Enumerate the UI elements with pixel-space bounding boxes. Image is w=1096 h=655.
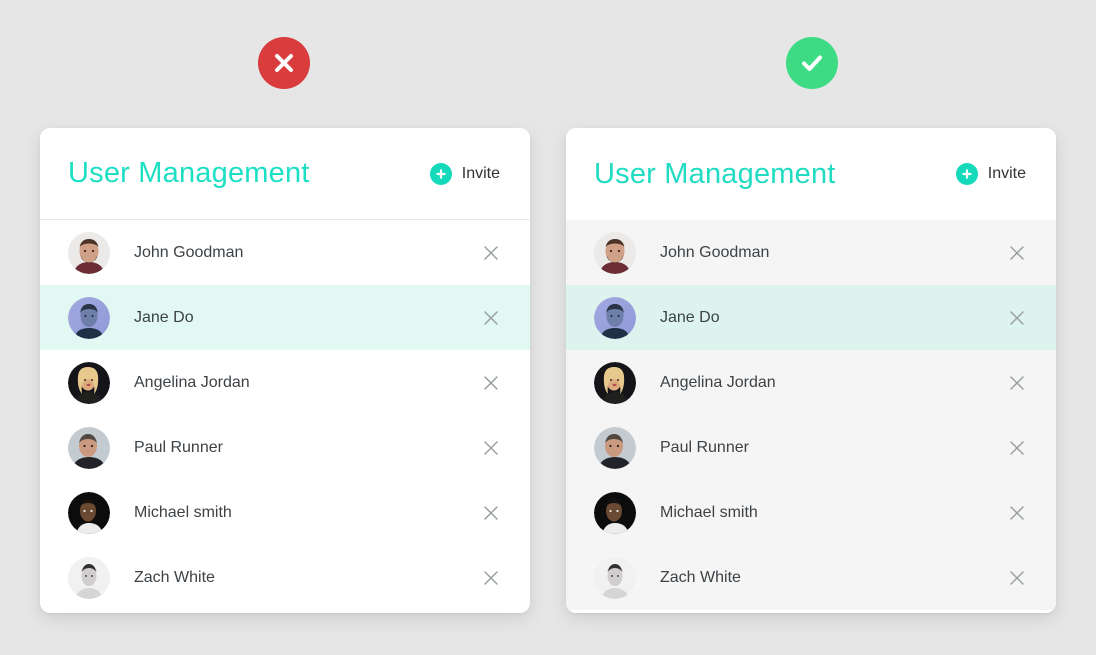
plus-icon — [429, 162, 452, 185]
card-header: User Management Invite — [566, 128, 1056, 220]
list-item[interactable]: Michael smith — [40, 480, 530, 545]
list-item[interactable]: John Goodman — [40, 220, 530, 285]
user-name: Zach White — [134, 568, 215, 586]
invite-label: Invite — [987, 165, 1026, 182]
invite-label: Invite — [461, 164, 500, 182]
close-icon[interactable] — [1006, 502, 1028, 524]
card-header: User Management Invite — [40, 128, 530, 220]
close-icon[interactable] — [480, 307, 502, 329]
list-item[interactable]: Paul Runner — [566, 415, 1056, 480]
jane-do-avatar — [68, 296, 110, 339]
user-name: Angelina Jordan — [660, 373, 776, 391]
user-list: John Goodman Jane Do Angelina Jordan Pau… — [40, 220, 530, 610]
close-icon[interactable] — [1006, 307, 1028, 329]
user-management-card-correct: User Management Invite John Goodman Jane… — [566, 128, 1056, 613]
close-icon[interactable] — [480, 437, 502, 459]
incorrect-badge — [258, 37, 310, 89]
angelina-jordan-avatar — [594, 361, 636, 404]
user-name: Paul Runner — [134, 438, 223, 456]
close-icon[interactable] — [1006, 567, 1028, 589]
list-item[interactable]: Angelina Jordan — [566, 350, 1056, 415]
user-name: Paul Runner — [660, 438, 749, 456]
user-name: John Goodman — [134, 243, 244, 261]
page-title: User Management — [594, 157, 836, 190]
user-name: Jane Do — [134, 308, 194, 326]
paul-runner-avatar — [594, 426, 636, 469]
list-item[interactable]: John Goodman — [566, 220, 1056, 285]
comparison-stage: User Management Invite John Goodman Jane… — [0, 0, 1096, 655]
user-management-card-incorrect: User Management Invite John Goodman Jane… — [40, 128, 530, 613]
list-item[interactable]: Paul Runner — [40, 415, 530, 480]
correct-badge — [786, 37, 838, 89]
user-list: John Goodman Jane Do Angelina Jordan Pau… — [566, 220, 1056, 610]
close-icon[interactable] — [480, 502, 502, 524]
close-icon[interactable] — [1006, 437, 1028, 459]
michael-smith-avatar — [594, 491, 636, 534]
john-goodman-avatar — [68, 231, 110, 274]
jane-do-avatar — [594, 296, 636, 339]
john-goodman-avatar — [594, 231, 636, 274]
user-name: Zach White — [660, 568, 741, 586]
list-item[interactable]: Angelina Jordan — [40, 350, 530, 415]
paul-runner-avatar — [68, 426, 110, 469]
plus-icon — [955, 163, 978, 185]
user-name: Jane Do — [660, 308, 720, 326]
list-item[interactable]: Michael smith — [566, 480, 1056, 545]
close-icon[interactable] — [480, 372, 502, 394]
invite-button[interactable]: Invite — [428, 159, 502, 189]
close-icon[interactable] — [1006, 242, 1028, 264]
close-icon[interactable] — [480, 242, 502, 264]
invite-button[interactable]: Invite — [954, 159, 1028, 189]
list-item[interactable]: Jane Do — [566, 285, 1056, 350]
user-name: Angelina Jordan — [134, 373, 250, 391]
list-item[interactable]: Zach White — [566, 545, 1056, 610]
list-item[interactable]: Zach White — [40, 545, 530, 610]
list-item[interactable]: Jane Do — [40, 285, 530, 350]
cross-icon — [275, 54, 293, 72]
michael-smith-avatar — [68, 491, 110, 534]
page-title: User Management — [68, 157, 310, 189]
angelina-jordan-avatar — [68, 361, 110, 404]
user-name: John Goodman — [660, 243, 770, 261]
zach-white-avatar — [594, 556, 636, 599]
close-icon[interactable] — [480, 567, 502, 589]
zach-white-avatar — [68, 556, 110, 599]
user-name: Michael smith — [660, 503, 758, 521]
close-icon[interactable] — [1006, 372, 1028, 394]
check-icon — [802, 55, 822, 71]
user-name: Michael smith — [134, 503, 232, 521]
